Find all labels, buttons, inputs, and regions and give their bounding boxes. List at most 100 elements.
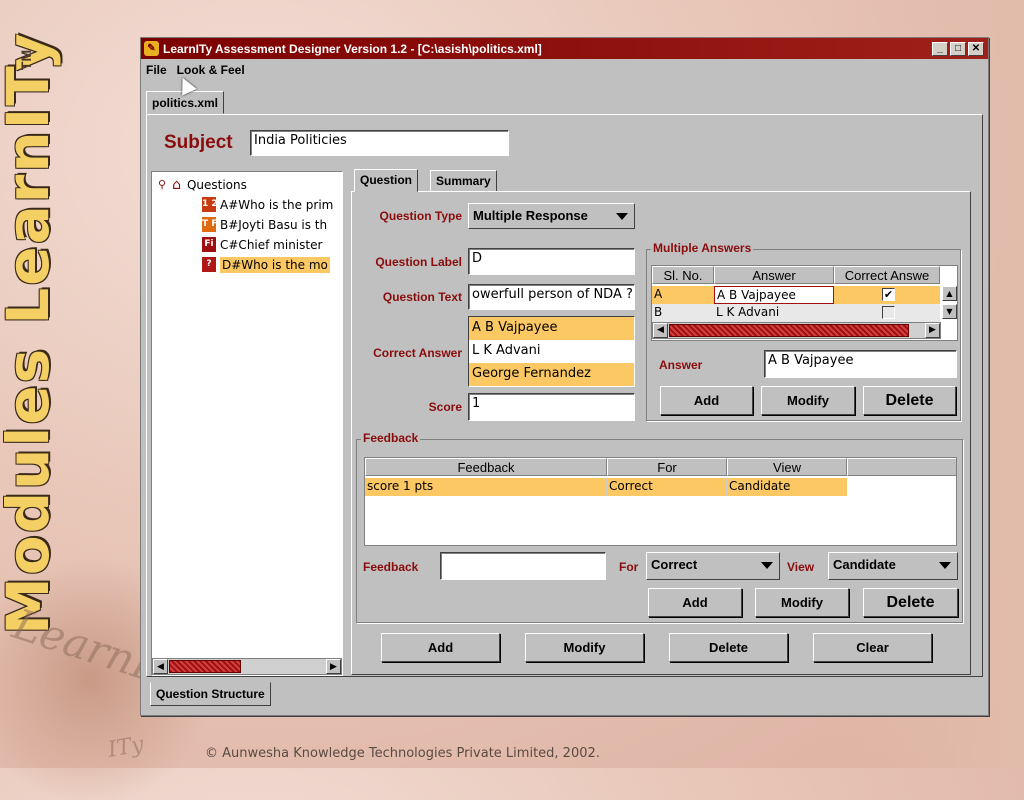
window-titlebar[interactable]: ✎ LearnITy Assessment Designer Version 1… xyxy=(141,38,988,59)
scroll-left-icon[interactable]: ◀ xyxy=(653,323,668,338)
feedback-modify-button[interactable]: Modify xyxy=(755,588,849,617)
for-value: Correct xyxy=(651,557,698,572)
window-title: LearnITy Assessment Designer Version 1.2… xyxy=(163,41,542,56)
column-header[interactable]: Answer xyxy=(714,266,834,284)
chevron-down-icon xyxy=(616,213,628,220)
tree-item-label: B#Joyti Basu is th xyxy=(220,217,328,232)
question-text-input[interactable]: owerfull person of NDA ? xyxy=(468,284,635,310)
scroll-right-icon[interactable]: ▶ xyxy=(326,659,341,674)
scroll-up-icon[interactable]: ▲ xyxy=(942,286,957,301)
tree-item-label: A#Who is the prim xyxy=(220,197,334,212)
key-icon: ⚲ xyxy=(158,178,167,191)
table-cell-editing[interactable]: A B Vajpayee xyxy=(714,286,834,304)
answer-modify-button[interactable]: Modify xyxy=(761,386,855,415)
table-cell[interactable]: ✔ xyxy=(834,286,940,304)
correct-checkbox[interactable] xyxy=(882,306,895,319)
question-add-button[interactable]: Add xyxy=(381,633,500,662)
answer-add-button[interactable]: Add xyxy=(660,386,753,415)
list-item[interactable]: L K Advani xyxy=(469,340,634,363)
multiple-response-icon: ? xyxy=(202,257,216,272)
feedback-delete-button[interactable]: Delete xyxy=(863,588,958,617)
menu-bar: File Look & Feel xyxy=(141,59,988,81)
for-select[interactable]: Correct xyxy=(646,552,780,580)
tree-root[interactable]: ⚲ ⌂ Questions xyxy=(158,175,247,194)
question-label-input[interactable]: D xyxy=(468,248,635,275)
minimize-button[interactable]: _ xyxy=(932,41,948,56)
tree-item-label: D#Who is the mo xyxy=(220,256,330,273)
scroll-down-icon[interactable]: ▼ xyxy=(942,304,957,319)
question-type-label: Question Type xyxy=(379,209,462,223)
answer-label: Answer xyxy=(659,358,703,372)
correct-answer-list[interactable]: A B Vajpayee L K Advani George Fernandez xyxy=(468,316,635,387)
tab-politics-xml[interactable]: politics.xml xyxy=(146,91,225,114)
app-icon: ✎ xyxy=(144,41,159,56)
column-header-empty xyxy=(847,458,956,476)
tree-horizontal-scrollbar[interactable]: ◀ ▶ xyxy=(152,658,342,675)
trademark-mark: TM xyxy=(18,49,35,71)
correct-checkbox[interactable]: ✔ xyxy=(882,288,895,301)
table-cell[interactable]: Candidate xyxy=(727,478,847,496)
app-window: ✎ LearnITy Assessment Designer Version 1… xyxy=(140,37,989,716)
column-header[interactable]: Sl. No. xyxy=(652,266,714,284)
true-false-icon: T F xyxy=(202,217,217,232)
tree-item[interactable]: 1 2 A#Who is the prim xyxy=(202,195,333,214)
score-input[interactable]: 1 xyxy=(468,393,635,421)
tab-question[interactable]: Question xyxy=(354,169,419,192)
column-header[interactable]: For xyxy=(607,458,727,476)
copyright-footer: © Aunwesha Knowledge Technologies Privat… xyxy=(205,746,600,761)
fill-in-blank-icon: Fi xyxy=(202,237,216,252)
question-type-select[interactable]: Multiple Response xyxy=(468,203,635,229)
answers-horizontal-scrollbar[interactable]: ◀ ▶ xyxy=(652,322,941,339)
answer-input[interactable]: A B Vajpayee xyxy=(764,350,957,378)
view-value: Candidate xyxy=(833,557,896,572)
chevron-down-icon xyxy=(761,562,773,569)
table-cell[interactable]: A xyxy=(652,286,714,304)
tree-item[interactable]: Fi C#Chief minister xyxy=(202,235,322,254)
column-header[interactable]: Correct Answe xyxy=(834,266,940,284)
score-label: Score xyxy=(428,400,462,414)
table-cell[interactable]: Correct xyxy=(607,478,727,496)
tab-question-structure[interactable]: Question Structure xyxy=(150,682,271,706)
answers-table: Sl. No. Answer Correct Answe A A B Vajpa… xyxy=(651,265,958,341)
question-clear-button[interactable]: Clear xyxy=(813,633,932,662)
table-cell[interactable] xyxy=(834,304,940,322)
tree-item-selected[interactable]: ? D#Who is the mo xyxy=(202,255,330,274)
feedback-add-button[interactable]: Add xyxy=(648,588,742,617)
column-header[interactable]: View xyxy=(727,458,847,476)
list-item[interactable]: George Fernandez xyxy=(469,363,634,386)
for-label: For xyxy=(619,560,639,574)
feedback-title: Feedback xyxy=(361,431,421,445)
table-cell[interactable]: B xyxy=(652,304,714,322)
close-button[interactable]: ✕ xyxy=(968,41,984,56)
tree-root-label: Questions xyxy=(186,177,247,192)
ordering-icon: 1 2 xyxy=(202,197,218,212)
question-modify-button[interactable]: Modify xyxy=(525,633,644,662)
scroll-thumb[interactable] xyxy=(669,324,909,337)
question-delete-button[interactable]: Delete xyxy=(669,633,788,662)
tree-item-label: C#Chief minister xyxy=(220,237,323,252)
tab-summary[interactable]: Summary xyxy=(430,170,497,192)
home-icon: ⌂ xyxy=(172,176,181,193)
scroll-right-icon[interactable]: ▶ xyxy=(925,323,940,338)
table-cell[interactable]: score 1 pts xyxy=(365,478,607,496)
question-type-value: Multiple Response xyxy=(473,208,588,223)
view-select[interactable]: Candidate xyxy=(828,552,958,580)
multiple-answers-title: Multiple Answers xyxy=(651,241,754,255)
question-text-label: Question Text xyxy=(382,290,462,304)
tree-item[interactable]: T F B#Joyti Basu is th xyxy=(202,215,327,234)
question-tree: ⚲ ⌂ Questions 1 2 A#Who is the prim T F … xyxy=(151,171,343,676)
column-header[interactable]: Feedback xyxy=(365,458,607,476)
table-cell[interactable]: L K Advani xyxy=(714,304,834,322)
feedback-label: Feedback xyxy=(363,560,419,574)
list-item[interactable]: A B Vajpayee xyxy=(469,317,634,340)
menu-file[interactable]: File xyxy=(146,63,167,77)
window-controls: _ □ ✕ xyxy=(932,41,984,56)
scroll-left-icon[interactable]: ◀ xyxy=(153,659,168,674)
subject-label: Subject xyxy=(164,132,233,153)
scroll-thumb[interactable] xyxy=(169,660,241,673)
feedback-input[interactable] xyxy=(440,552,606,580)
maximize-button[interactable]: □ xyxy=(950,41,966,56)
answer-delete-button[interactable]: Delete xyxy=(863,386,956,415)
view-label: View xyxy=(787,560,815,574)
subject-input[interactable]: India Politicies xyxy=(250,130,509,156)
